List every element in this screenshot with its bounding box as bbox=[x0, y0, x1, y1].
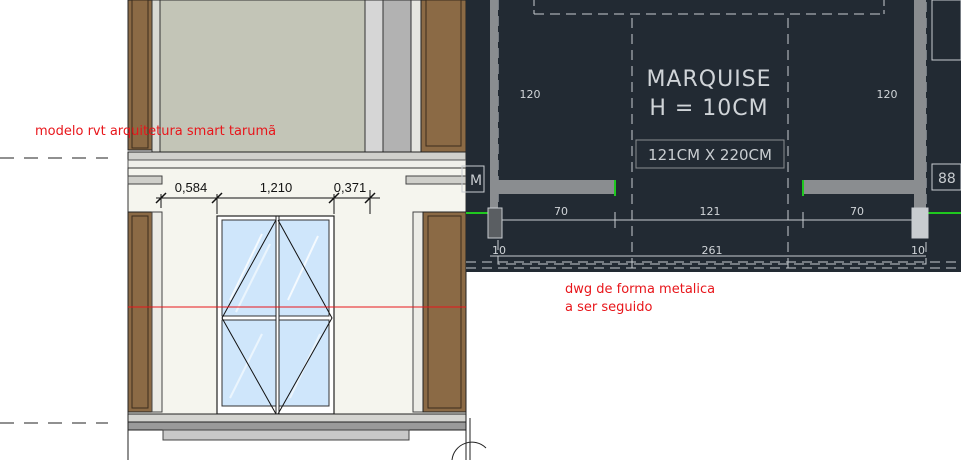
dwg-pillar-left: 10 bbox=[492, 244, 506, 257]
wood-panel-upper-right bbox=[420, 0, 467, 153]
dwg-dim-left: 70 bbox=[554, 205, 568, 218]
dwg-title-line2: H = 10CM bbox=[649, 96, 768, 121]
door-glass-bottom-right bbox=[278, 319, 330, 407]
dwg-tag-right-label: 88 bbox=[938, 171, 956, 187]
dwg-tag-left-label: M bbox=[470, 173, 482, 189]
dwg-wall-right bbox=[914, 0, 926, 238]
dwg-total: 261 bbox=[702, 244, 723, 257]
wood-panel-lower-right bbox=[422, 211, 467, 413]
dwg-wall-left bbox=[490, 0, 498, 238]
rvt-model-note: modelo rvt arquitetura smart tarumã bbox=[35, 124, 277, 139]
revit-elevation: 0,584 1,210 0,371 bbox=[0, 0, 487, 461]
drawing-comparison: 0,584 1,210 0,371 M 88 MARQUISE H = 10CM… bbox=[0, 0, 961, 461]
dimension-label-door: 1,210 bbox=[260, 180, 293, 195]
dwg-plan: M 88 MARQUISE H = 10CM 121CM X 220CM 120… bbox=[461, 0, 961, 272]
dwg-background bbox=[466, 0, 961, 272]
drawing-canvas: 0,584 1,210 0,371 M 88 MARQUISE H = 10CM… bbox=[0, 0, 961, 461]
dimension-label-left: 0,584 bbox=[175, 180, 208, 195]
dwg-size-label: 121CM X 220CM bbox=[648, 146, 772, 164]
dwg-dim-center: 121 bbox=[700, 205, 721, 218]
dwg-left-height: 120 bbox=[520, 88, 541, 101]
dwg-right-height: 120 bbox=[877, 88, 898, 101]
dwg-note-line2: a ser seguido bbox=[565, 300, 653, 315]
dimension-label-right: 0,371 bbox=[334, 180, 367, 195]
dwg-note-line1: dwg de forma metalica bbox=[565, 282, 716, 297]
dwg-title-line1: MARQUISE bbox=[646, 67, 771, 92]
dwg-pillar-right: 10 bbox=[911, 244, 925, 257]
dwg-dim-right: 70 bbox=[850, 205, 864, 218]
base-slab bbox=[127, 413, 467, 423]
floor-slab bbox=[127, 151, 467, 161]
step bbox=[162, 429, 410, 441]
